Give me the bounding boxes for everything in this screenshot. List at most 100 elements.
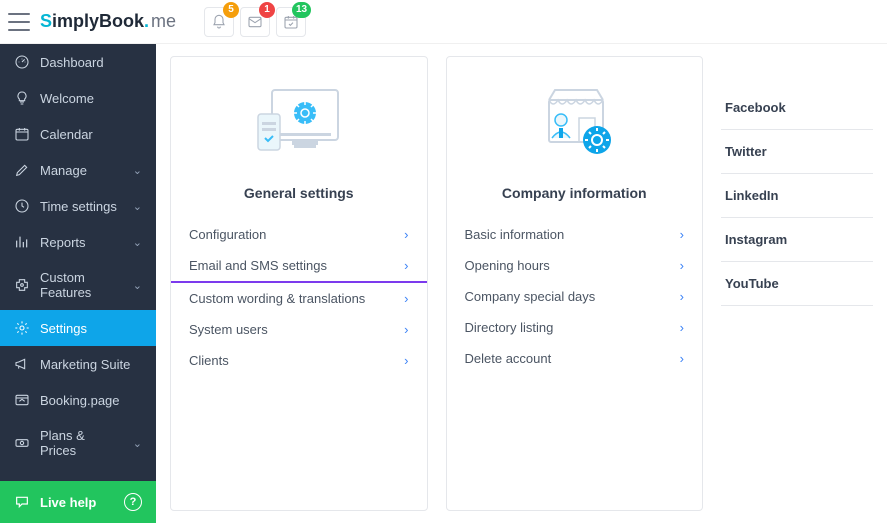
logo-mid: imply	[52, 11, 99, 32]
puzzle-icon	[14, 277, 30, 293]
link-label: Delete account	[465, 351, 552, 366]
settings-link-system-users[interactable]: System users ›	[171, 314, 427, 345]
live-help-label: Live help	[40, 495, 96, 510]
card-company-information: Company information Basic information›Op…	[446, 56, 704, 511]
social-link-linkedin[interactable]: LinkedIn	[721, 174, 873, 218]
mail-badge: 1	[259, 2, 275, 18]
link-label: Company special days	[465, 289, 596, 304]
chevron-down-icon: ⌄	[133, 279, 142, 292]
logo-accent: S	[40, 11, 52, 32]
logo-dot: .	[144, 11, 149, 32]
help-icon: ?	[124, 493, 142, 511]
sidebar-item-settings[interactable]: Settings	[0, 310, 156, 346]
main-content: General settings Configuration›Email and…	[156, 44, 887, 523]
notifications-bell-button[interactable]: 5	[204, 7, 234, 37]
link-label: Directory listing	[465, 320, 554, 335]
clock-icon	[14, 198, 30, 214]
settings-link-opening-hours[interactable]: Opening hours ›	[447, 250, 703, 281]
calendar-icon	[14, 126, 30, 142]
chevron-right-icon: ›	[680, 258, 684, 273]
bell-badge: 5	[223, 2, 239, 18]
sidebar-item-manage[interactable]: Manage ⌄	[0, 152, 156, 188]
brand-logo[interactable]: SimplyBook.me	[40, 11, 176, 32]
sidebar-item-label: Manage	[40, 163, 123, 178]
settings-link-directory-listing[interactable]: Directory listing ›	[447, 312, 703, 343]
megaphone-icon	[14, 356, 30, 372]
browser-icon	[14, 392, 30, 408]
sidebar-item-label: Reports	[40, 235, 123, 250]
topbar-icons: 5 1 13	[204, 7, 306, 37]
link-label: Email and SMS settings	[189, 258, 327, 273]
chat-icon	[14, 494, 30, 510]
card-title: Company information	[447, 185, 703, 201]
sidebar-item-custom-features[interactable]: Custom Features ⌄	[0, 260, 156, 310]
settings-link-email-and-sms-settings[interactable]: Email and SMS settings ›	[171, 250, 427, 283]
sidebar-item-label: Custom Features	[40, 270, 123, 300]
chevron-down-icon: ⌄	[133, 200, 142, 213]
card-title: General settings	[171, 185, 427, 201]
link-label: Opening hours	[465, 258, 550, 273]
messages-button[interactable]: 1	[240, 7, 270, 37]
settings-link-clients[interactable]: Clients ›	[171, 345, 427, 376]
hamburger-menu-icon[interactable]	[8, 13, 30, 31]
settings-link-custom-wording-translations[interactable]: Custom wording & translations ›	[171, 283, 427, 314]
sidebar-item-label: Booking.page	[40, 393, 142, 408]
chevron-right-icon: ›	[404, 353, 408, 368]
sidebar-item-label: Plans & Prices	[40, 428, 123, 458]
sidebar-item-label: Marketing Suite	[40, 357, 142, 372]
chevron-right-icon: ›	[404, 322, 408, 337]
pencil-icon	[14, 162, 30, 178]
social-link-twitter[interactable]: Twitter	[721, 130, 873, 174]
chevron-down-icon: ⌄	[133, 236, 142, 249]
link-label: System users	[189, 322, 268, 337]
chart-icon	[14, 234, 30, 250]
sidebar-item-reports[interactable]: Reports ⌄	[0, 224, 156, 260]
logo-me: me	[151, 11, 176, 32]
settings-link-company-special-days[interactable]: Company special days ›	[447, 281, 703, 312]
chevron-down-icon: ⌄	[133, 437, 142, 450]
calendar-badge: 13	[292, 2, 311, 18]
social-column: FacebookTwitterLinkedInInstagramYouTube	[721, 56, 873, 511]
chevron-right-icon: ›	[680, 320, 684, 335]
link-label: Configuration	[189, 227, 266, 242]
link-label: Clients	[189, 353, 229, 368]
settings-link-basic-information[interactable]: Basic information ›	[447, 219, 703, 250]
chevron-down-icon: ⌄	[133, 164, 142, 177]
chevron-right-icon: ›	[680, 227, 684, 242]
social-link-instagram[interactable]: Instagram	[721, 218, 873, 262]
sidebar-item-marketing-suite[interactable]: Marketing Suite	[0, 346, 156, 382]
logo-suffix: Book	[99, 11, 144, 32]
sidebar-item-label: Welcome	[40, 91, 142, 106]
sidebar-item-label: Time settings	[40, 199, 123, 214]
live-help-button[interactable]: Live help ?	[0, 481, 156, 523]
sidebar-item-welcome[interactable]: Welcome	[0, 80, 156, 116]
card-general-settings: General settings Configuration›Email and…	[170, 56, 428, 511]
settings-link-configuration[interactable]: Configuration ›	[171, 219, 427, 250]
bulb-icon	[14, 90, 30, 106]
gear-icon	[14, 320, 30, 336]
sidebar-item-label: Calendar	[40, 127, 142, 142]
sidebar-item-label: Settings	[40, 321, 142, 336]
chevron-right-icon: ›	[680, 289, 684, 304]
chevron-right-icon: ›	[404, 291, 408, 306]
settings-link-delete-account[interactable]: Delete account›	[447, 343, 703, 374]
sidebar-item-dashboard[interactable]: Dashboard	[0, 44, 156, 80]
company-info-illustration	[447, 73, 703, 173]
chevron-right-icon: ›	[404, 258, 408, 273]
general-settings-illustration	[171, 73, 427, 173]
social-link-facebook[interactable]: Facebook	[721, 86, 873, 130]
dashboard-icon	[14, 54, 30, 70]
sidebar-item-calendar[interactable]: Calendar	[0, 116, 156, 152]
sidebar-item-label: Dashboard	[40, 55, 142, 70]
money-icon	[14, 435, 30, 451]
sidebar-item-plans-prices[interactable]: Plans & Prices ⌄	[0, 418, 156, 468]
chevron-right-icon: ›	[404, 227, 408, 242]
bookings-button[interactable]: 13	[276, 7, 306, 37]
sidebar-item-time-settings[interactable]: Time settings ⌄	[0, 188, 156, 224]
social-link-youtube[interactable]: YouTube	[721, 262, 873, 306]
topbar: SimplyBook.me 5 1 13	[0, 0, 887, 44]
sidebar: DashboardWelcomeCalendarManage⌄Time sett…	[0, 44, 156, 523]
link-label: Basic information	[465, 227, 565, 242]
sidebar-item-booking-page[interactable]: Booking.page	[0, 382, 156, 418]
link-label: Custom wording & translations	[189, 291, 365, 306]
